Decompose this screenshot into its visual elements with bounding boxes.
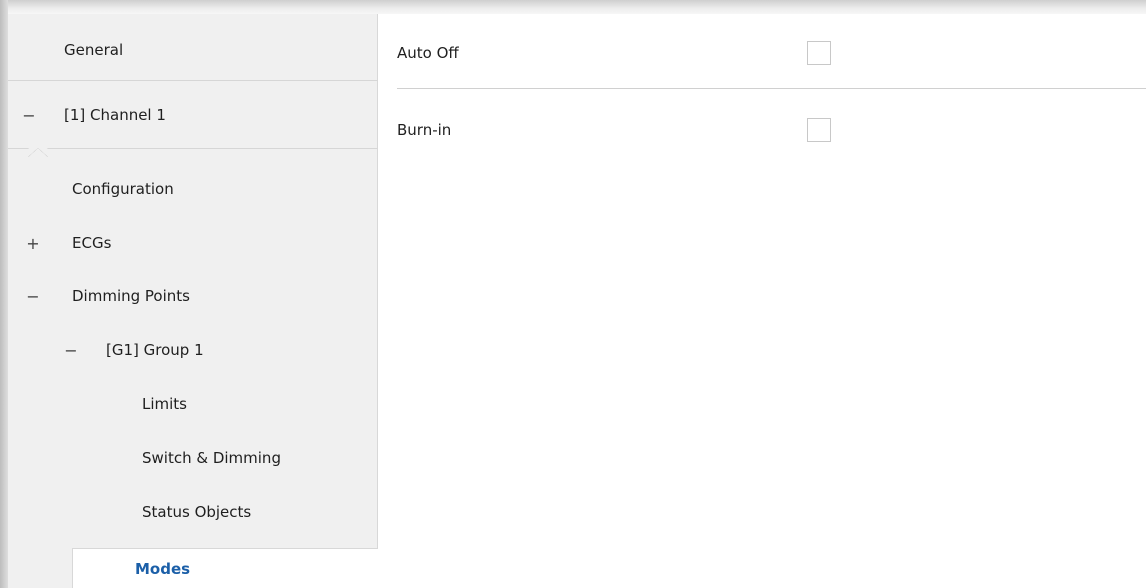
sidebar-item-dimming-points[interactable]: − Dimming Points bbox=[8, 270, 378, 322]
window-shadow-top bbox=[0, 0, 1146, 14]
sidebar-item-label: Configuration bbox=[72, 180, 174, 198]
sidebar-item-label: Dimming Points bbox=[72, 287, 190, 305]
sidebar-item-switch-dimming[interactable]: Switch & Dimming bbox=[8, 432, 378, 484]
divider bbox=[8, 80, 378, 81]
divider bbox=[397, 88, 1146, 89]
expand-icon[interactable]: + bbox=[26, 234, 40, 253]
sidebar-item-channel-1[interactable]: − [1] Channel 1 bbox=[8, 89, 378, 141]
sidebar-item-configuration[interactable]: Configuration bbox=[8, 163, 378, 215]
parameter-panel: Auto Off Burn-in bbox=[379, 14, 1146, 588]
param-label: Auto Off bbox=[397, 44, 459, 62]
sidebar-item-label: Modes bbox=[135, 559, 191, 578]
sidebar-item-label: Limits bbox=[142, 395, 187, 413]
sidebar-tree: General − [1] Channel 1 Configuration + … bbox=[8, 14, 378, 588]
sidebar-item-limits[interactable]: Limits bbox=[8, 378, 378, 430]
burn-in-checkbox[interactable] bbox=[807, 118, 831, 142]
auto-off-checkbox[interactable] bbox=[807, 41, 831, 65]
collapse-icon[interactable]: − bbox=[64, 341, 78, 360]
expand-notch-outline bbox=[28, 148, 48, 157]
param-row-burn-in: Burn-in bbox=[379, 100, 1146, 160]
divider bbox=[8, 148, 378, 149]
sidebar-item-modes[interactable]: Modes bbox=[72, 548, 378, 588]
sidebar-item-label: [G1] Group 1 bbox=[106, 341, 204, 359]
sidebar-item-group-1[interactable]: − [G1] Group 1 bbox=[8, 324, 378, 376]
sidebar-item-label: [1] Channel 1 bbox=[64, 106, 166, 124]
collapse-icon[interactable]: − bbox=[26, 287, 40, 306]
sidebar-item-label: ECGs bbox=[72, 234, 112, 252]
sidebar-item-label: General bbox=[64, 41, 124, 59]
collapse-icon[interactable]: − bbox=[22, 106, 36, 125]
sidebar-item-label: Switch & Dimming bbox=[142, 449, 281, 467]
sidebar-item-label: Status Objects bbox=[142, 503, 252, 521]
window-shadow-left bbox=[0, 0, 8, 588]
window: General − [1] Channel 1 Configuration + … bbox=[0, 0, 1146, 588]
sidebar-item-ecgs[interactable]: + ECGs bbox=[8, 217, 378, 269]
sidebar-item-status-objects[interactable]: Status Objects bbox=[8, 486, 378, 538]
param-row-auto-off: Auto Off bbox=[379, 23, 1146, 83]
param-label: Burn-in bbox=[397, 121, 452, 139]
sidebar-item-general[interactable]: General bbox=[8, 24, 378, 76]
